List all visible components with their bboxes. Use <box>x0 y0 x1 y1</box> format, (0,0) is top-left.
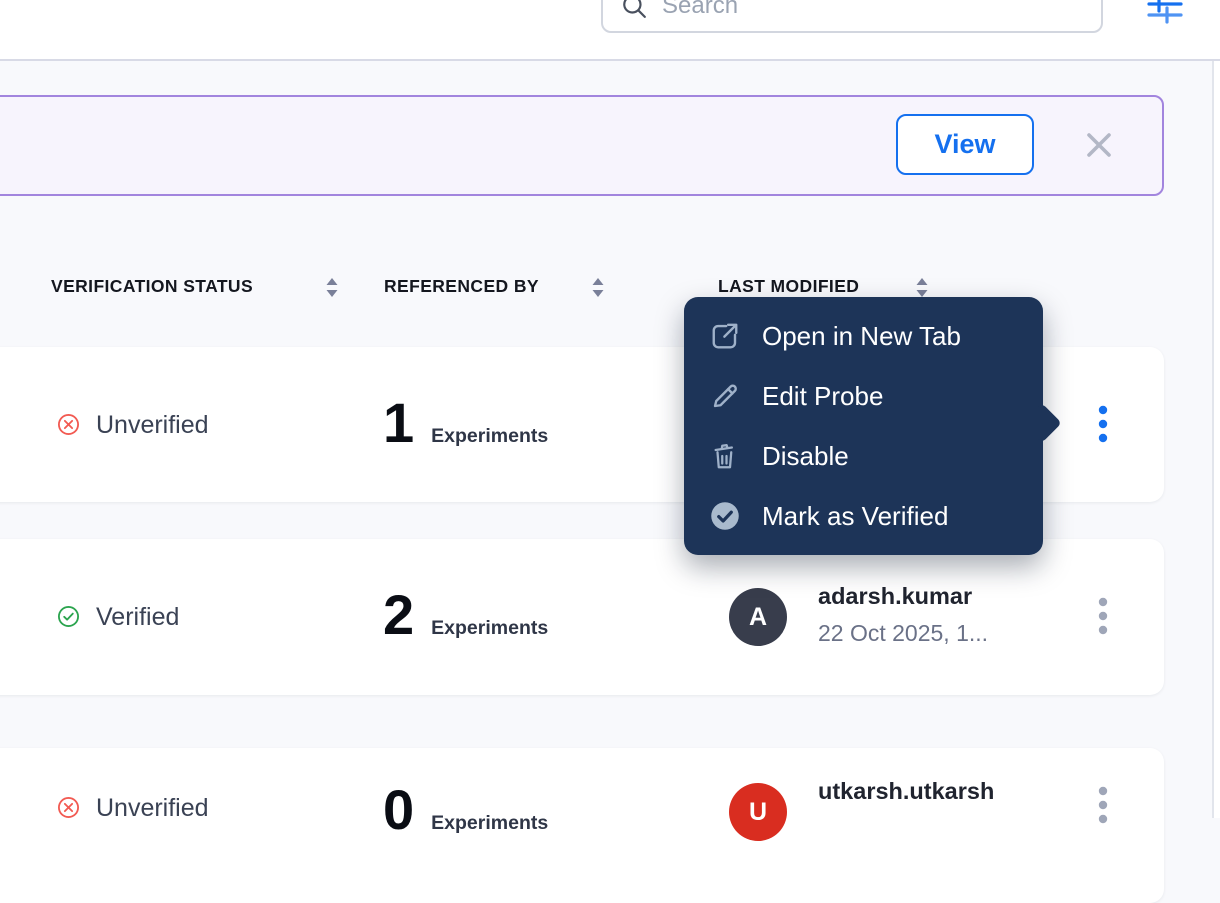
menu-item-mark-as-verified[interactable]: Mark as Verified <box>684 486 1043 546</box>
experiment-count-label: Experiments <box>431 425 548 448</box>
sort-arrows-icon[interactable] <box>324 277 340 298</box>
avatar: A <box>729 588 787 646</box>
experiment-count-label: Experiments <box>431 617 548 640</box>
referenced-by-cell: 2 Experiments <box>383 587 548 643</box>
modified-by-user: adarsh.kumar <box>818 583 972 610</box>
experiment-count: 2 <box>383 587 414 643</box>
menu-item-label: Mark as Verified <box>762 501 948 532</box>
pencil-icon <box>710 381 740 411</box>
experiment-count: 0 <box>383 782 414 838</box>
table-row[interactable]: Unverified 0 Experiments U utkarsh.utkar… <box>0 748 1164 903</box>
kebab-menu-icon[interactable] <box>1094 786 1112 826</box>
circle-x-icon <box>57 413 80 436</box>
circle-x-icon <box>57 796 80 819</box>
kebab-menu-icon[interactable] <box>1094 597 1112 637</box>
sort-arrows-icon[interactable] <box>914 277 930 298</box>
referenced-by-cell: 1 Experiments <box>383 395 548 451</box>
menu-item-open-in-new-tab[interactable]: Open in New Tab <box>684 306 1043 366</box>
status-badge: Unverified <box>96 412 209 438</box>
notification-banner: View <box>0 95 1164 196</box>
search-input[interactable] <box>660 0 1101 21</box>
avatar: U <box>729 783 787 841</box>
experiment-count-label: Experiments <box>431 812 548 835</box>
menu-item-label: Open in New Tab <box>762 321 961 352</box>
modified-by-user: utkarsh.utkarsh <box>818 778 994 805</box>
referenced-by-cell: 0 Experiments <box>383 782 548 838</box>
menu-item-edit-probe[interactable]: Edit Probe <box>684 366 1043 426</box>
external-link-icon <box>710 321 740 351</box>
circle-check-icon <box>57 605 80 628</box>
column-header-verification-status: VERIFICATION STATUS <box>51 276 253 297</box>
menu-item-disable[interactable]: Disable <box>684 426 1043 486</box>
sort-arrows-icon[interactable] <box>590 277 606 298</box>
top-bar <box>0 0 1220 61</box>
close-icon[interactable] <box>1086 132 1112 158</box>
column-header-referenced-by: REFERENCED BY <box>384 276 539 297</box>
table-row[interactable]: Verified 2 Experiments A adarsh.kumar 22… <box>0 539 1164 695</box>
search-box[interactable] <box>601 0 1103 33</box>
scrollbar-track[interactable] <box>1212 61 1220 818</box>
kebab-menu-icon[interactable] <box>1094 405 1112 445</box>
experiment-count: 1 <box>383 395 414 451</box>
menu-item-label: Edit Probe <box>762 381 883 412</box>
row-context-menu: Open in New Tab Edit Probe Disable Mark … <box>684 297 1043 555</box>
menu-item-label: Disable <box>762 441 849 472</box>
filter-sliders-icon[interactable] <box>1146 0 1184 31</box>
trash-icon <box>710 441 740 471</box>
search-icon <box>621 0 647 19</box>
modified-date: 22 Oct 2025, 1... <box>818 620 988 647</box>
view-button[interactable]: View <box>896 114 1034 175</box>
check-circle-icon <box>710 501 740 531</box>
status-badge: Verified <box>96 604 179 630</box>
status-badge: Unverified <box>96 795 209 821</box>
column-header-last-modified: LAST MODIFIED <box>718 276 859 297</box>
